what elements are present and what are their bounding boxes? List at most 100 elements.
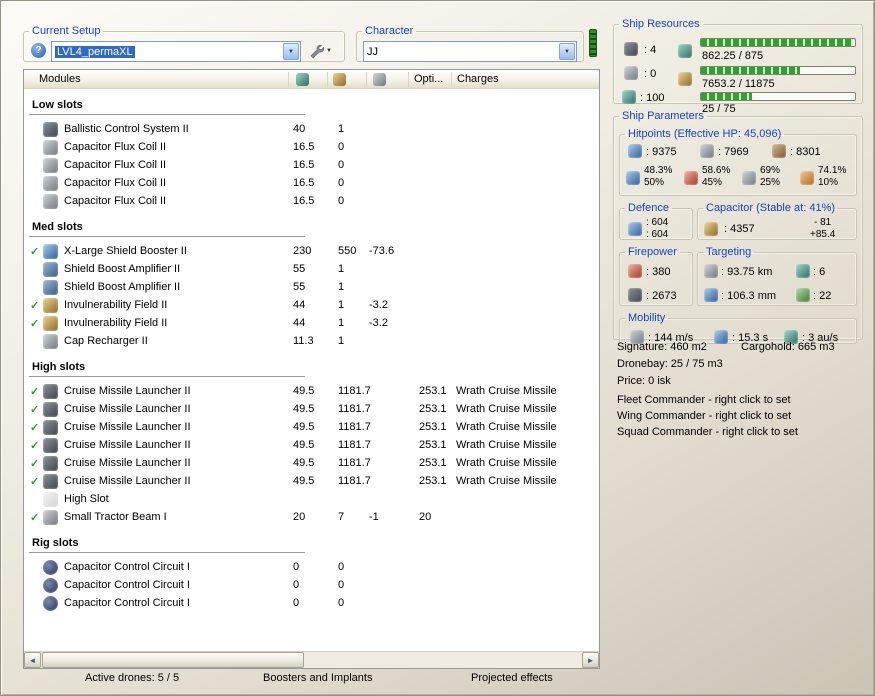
- module-row[interactable]: Capacitor Control Circuit I 0 0: [24, 559, 599, 577]
- module-row[interactable]: Capacitor Flux Coil II 16.5 0: [24, 175, 599, 193]
- module-row[interactable]: ✓ Small Tractor Beam I 20 7 -1 20: [24, 509, 599, 527]
- module-row[interactable]: Capacitor Flux Coil II 16.5 0: [24, 139, 599, 157]
- module-cpu-value: 16.5: [293, 177, 315, 189]
- module-active-check-icon[interactable]: ✓: [30, 457, 39, 470]
- module-name: Capacitor Flux Coil II: [64, 195, 167, 207]
- scrollbar-thumb[interactable]: [42, 652, 304, 668]
- dronebay-line: Dronebay: 25 / 75 m3: [617, 358, 723, 370]
- module-row[interactable]: Shield Boost Amplifier II 55 1: [24, 261, 599, 279]
- module-cap-value: -1: [369, 511, 379, 523]
- optimal-column-header[interactable]: Opti...: [414, 73, 443, 85]
- fleet-commander-line[interactable]: Fleet Commander - right click to set: [617, 394, 791, 406]
- cruise-launcher-icon: [43, 384, 58, 399]
- module-row[interactable]: Capacitor Flux Coil II 16.5 0: [24, 157, 599, 175]
- module-row[interactable]: ✓ Cruise Missile Launcher II 49.5 1181.7 253…: [24, 437, 599, 455]
- module-row[interactable]: Cap Recharger II 11.3 1: [24, 333, 599, 351]
- kinetic-resist-bottom: 25%: [760, 177, 781, 188]
- powergrid-usage-text: 7653.2 / 11875: [702, 78, 775, 90]
- module-name: Ballistic Control System II: [64, 123, 189, 135]
- bottom-tab-2[interactable]: Boosters and Implants: [263, 672, 372, 684]
- module-active-check-icon[interactable]: ✓: [30, 439, 39, 452]
- module-active-check-icon[interactable]: ✓: [30, 475, 39, 488]
- module-section: Rig slots Capacitor Control Circuit I 0 0 Ca…: [24, 537, 599, 613]
- module-row[interactable]: Capacitor Flux Coil II 16.5 0: [24, 193, 599, 211]
- scroll-right-button[interactable]: ►: [582, 652, 599, 668]
- hitpoints-title: Hitpoints (Effective HP: 45,096): [628, 128, 782, 140]
- help-icon[interactable]: ?: [31, 43, 46, 58]
- slot-section-title: Med slots: [32, 221, 83, 233]
- defence-icon: [628, 222, 642, 236]
- module-cpu-value: 49.5: [293, 403, 315, 415]
- module-pg-value: 550: [338, 245, 357, 257]
- module-active-check-icon[interactable]: ✓: [30, 299, 39, 312]
- capacitor-column-icon[interactable]: [373, 73, 386, 86]
- module-opti-value: 253.1: [419, 439, 447, 451]
- character-dropdown[interactable]: JJ ▼: [363, 41, 577, 62]
- eft-window: Current Setup ? LVL4_permaXL ▼ ▼ Charact…: [0, 0, 875, 696]
- squad-commander-line[interactable]: Squad Commander - right click to set: [617, 426, 798, 438]
- charges-column-header[interactable]: Charges: [457, 73, 499, 85]
- module-section: Med slots ✓ X-Large Shield Booster II 230 55…: [24, 221, 599, 351]
- module-row[interactable]: High Slot: [24, 491, 599, 509]
- character-dropdown-arrow-icon[interactable]: ▼: [559, 43, 575, 60]
- module-row[interactable]: Capacitor Control Circuit I 0 0: [24, 577, 599, 595]
- powergrid-column-icon[interactable]: [333, 73, 346, 86]
- module-name: Capacitor Control Circuit I: [64, 579, 190, 591]
- cruise-launcher-icon: [43, 420, 58, 435]
- module-opti-value: 253.1: [419, 403, 447, 415]
- setup-dropdown-arrow-icon[interactable]: ▼: [283, 43, 299, 60]
- horizontal-scrollbar[interactable]: ◄ ►: [24, 651, 599, 668]
- module-row[interactable]: Shield Boost Amplifier II 55 1: [24, 279, 599, 297]
- module-row[interactable]: ✓ Cruise Missile Launcher II 49.5 1181.7 253…: [24, 455, 599, 473]
- kinetic-resist-top: 69%: [760, 165, 781, 176]
- setup-tools-button[interactable]: ▼: [308, 43, 332, 59]
- module-active-check-icon[interactable]: ✓: [30, 385, 39, 398]
- module-active-check-icon[interactable]: ✓: [30, 421, 39, 434]
- wing-commander-line[interactable]: Wing Commander - right click to set: [617, 410, 791, 422]
- module-row[interactable]: Ballistic Control System II 40 1: [24, 121, 599, 139]
- slot-section-title: Rig slots: [32, 537, 79, 549]
- tools-dropdown-arrow-icon: ▼: [326, 48, 332, 54]
- module-row[interactable]: ✓ Cruise Missile Launcher II 49.5 1181.7 253…: [24, 401, 599, 419]
- module-name: Cruise Missile Launcher II: [64, 403, 191, 415]
- module-charge-value: Wrath Cruise Missile: [456, 421, 557, 433]
- character-group: Character JJ ▼: [356, 25, 584, 62]
- module-pg-value: 1181.7: [338, 439, 371, 451]
- bottom-tab-1[interactable]: Active drones: 5 / 5: [85, 672, 179, 684]
- module-row[interactable]: ✓ Invulnerability Field II 44 1 -3.2: [24, 297, 599, 315]
- cpu-column-icon[interactable]: [296, 73, 309, 86]
- module-row[interactable]: ✓ Cruise Missile Launcher II 49.5 1181.7 253…: [24, 383, 599, 401]
- module-row[interactable]: ✓ Cruise Missile Launcher II 49.5 1181.7 253…: [24, 473, 599, 491]
- module-row[interactable]: ✓ Invulnerability Field II 44 1 -3.2: [24, 315, 599, 333]
- module-row[interactable]: ✓ Cruise Missile Launcher II 49.5 1181.7 253…: [24, 419, 599, 437]
- module-pg-value: 0: [338, 141, 345, 153]
- capacitor-group: Capacitor (Stable at: 41%) : 4357 - 81 +…: [697, 202, 857, 240]
- modules-list-header[interactable]: Modules Opti... Charges: [24, 70, 599, 89]
- module-active-check-icon[interactable]: ✓: [30, 245, 39, 258]
- module-charge-value: Wrath Cruise Missile: [456, 439, 557, 451]
- invulnerability-field-icon: [43, 298, 58, 313]
- module-opti-value: 20: [419, 511, 432, 523]
- module-active-check-icon[interactable]: ✓: [30, 511, 39, 524]
- module-active-check-icon[interactable]: ✓: [30, 317, 39, 330]
- character-label: Character: [365, 25, 414, 37]
- scroll-left-button[interactable]: ◄: [24, 652, 41, 668]
- align-time-icon: [714, 330, 728, 344]
- ship-resources-group: Ship Resources : 4 : 0 : 100 862.25 / 87…: [613, 18, 863, 115]
- module-pg-value: 1: [338, 123, 345, 135]
- scan-resolution-icon: [704, 288, 718, 302]
- module-active-check-icon[interactable]: ✓: [30, 403, 39, 416]
- shield-boost-amplifier-icon: [43, 280, 58, 295]
- em-resist-top: 48.3%: [644, 165, 673, 176]
- explosive-resist-top: 74.1%: [818, 165, 847, 176]
- module-name: Cap Recharger II: [64, 335, 148, 347]
- bottom-tab-3[interactable]: Projected effects: [471, 672, 553, 684]
- module-row[interactable]: ✓ X-Large Shield Booster II 230 550 -73.6: [24, 243, 599, 261]
- empty-high-slot-icon: [43, 492, 58, 507]
- modules-column-header[interactable]: Modules: [39, 73, 81, 85]
- mobility-group: Mobility : 144 m/s : 15.3 s : 3 au/s: [619, 312, 857, 344]
- module-row[interactable]: Capacitor Control Circuit I 0 0: [24, 595, 599, 613]
- module-name: Capacitor Flux Coil II: [64, 141, 167, 153]
- setup-dropdown[interactable]: LVL4_permaXL ▼: [51, 41, 301, 62]
- module-name: Cruise Missile Launcher II: [64, 439, 191, 451]
